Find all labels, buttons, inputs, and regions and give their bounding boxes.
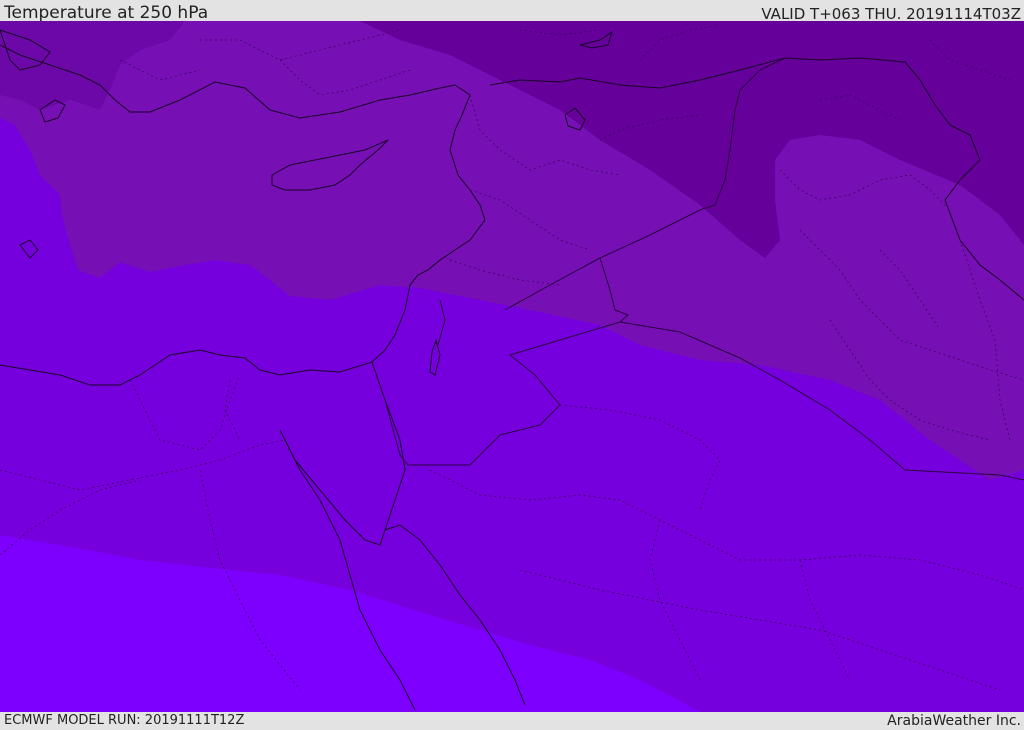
map-title: Temperature at 250 hPa	[4, 3, 209, 23]
model-run-label: ECMWF MODEL RUN: 20191111T12Z	[4, 713, 245, 728]
temperature-map[interactable]	[0, 21, 1024, 712]
map-footer: ECMWF MODEL RUN: 20191111T12Z ArabiaWeat…	[0, 712, 1024, 729]
credit-label: ArabiaWeather Inc.	[887, 713, 1021, 729]
map-header: Temperature at 250 hPa VALID T+063 THU. …	[0, 0, 1024, 23]
